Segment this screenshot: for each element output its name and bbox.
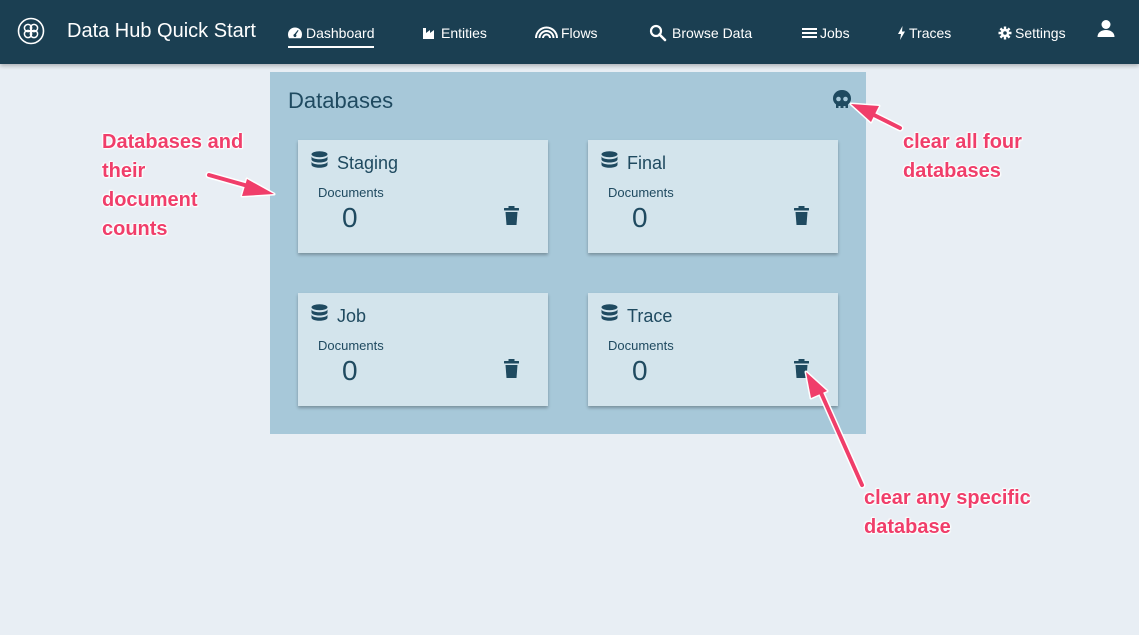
database-name: Job (337, 306, 367, 326)
panel-title: Databases (288, 88, 394, 113)
database-icon (601, 151, 618, 168)
database-card-final: Final Documents 0 (588, 140, 838, 253)
documents-label: Documents (318, 338, 384, 353)
trash-icon[interactable] (503, 206, 520, 226)
trash-icon[interactable] (793, 206, 810, 226)
user-icon[interactable] (1096, 19, 1116, 39)
document-count: 0 (632, 355, 648, 386)
flows-arc-icon (535, 26, 558, 39)
bolt-icon (898, 26, 905, 40)
database-name: Staging (337, 153, 399, 173)
nav-browse-data-label: Browse Data (672, 25, 753, 41)
annotation-clear-all: clear all four databases (903, 131, 1022, 182)
nav-flows-label: Flows (561, 25, 598, 41)
annotation-clear-specific: clear any specific database (864, 487, 1031, 538)
top-nav-bar: Data Hub Quick Start Dashboard Entities … (0, 0, 1139, 64)
nav-dashboard[interactable]: Dashboard (287, 22, 375, 48)
document-count: 0 (342, 355, 358, 386)
annotation-databases-counts: Databases and their document counts (102, 131, 244, 240)
trash-icon[interactable] (793, 359, 810, 379)
nav-jobs[interactable]: Jobs (802, 22, 850, 44)
database-name: Trace (627, 306, 673, 326)
document-count: 0 (342, 202, 358, 233)
data-hub-logo-icon[interactable] (17, 17, 45, 45)
documents-label: Documents (608, 338, 674, 353)
nav-jobs-label: Jobs (820, 25, 850, 41)
nav-settings-label: Settings (1015, 25, 1066, 41)
database-icon (601, 304, 618, 321)
nav-settings[interactable]: Settings (998, 22, 1066, 44)
app-title[interactable]: Data Hub Quick Start (67, 20, 256, 43)
documents-label: Documents (608, 185, 674, 200)
trash-icon[interactable] (503, 359, 520, 379)
nav-dashboard-label: Dashboard (306, 25, 375, 41)
documents-label: Documents (318, 185, 384, 200)
skull-icon[interactable] (831, 89, 853, 111)
nav-entities-label: Entities (441, 25, 487, 41)
database-card-staging: Staging Documents 0 (298, 140, 548, 253)
document-count: 0 (632, 202, 648, 233)
gear-icon (998, 26, 1012, 40)
nav-browse-data[interactable]: Browse Data (649, 22, 752, 44)
nav-traces[interactable]: Traces (897, 22, 951, 44)
nav-traces-label: Traces (909, 25, 952, 41)
nav-entities[interactable]: Entities (422, 22, 487, 44)
database-icon (311, 304, 328, 321)
factory-icon (423, 28, 434, 39)
search-icon (649, 24, 667, 42)
arrow-to-skull-icon (868, 111, 902, 130)
database-card-job: Job Documents 0 (298, 293, 548, 406)
database-card-trace: Trace Documents 0 (588, 293, 838, 406)
databases-panel: Databases Staging Documents 0 Final Docu… (270, 72, 866, 434)
list-icon (802, 28, 817, 38)
nav-flows[interactable]: Flows (535, 22, 598, 44)
database-icon (311, 151, 328, 168)
database-name: Final (627, 153, 667, 173)
dashboard-gauge-icon (288, 27, 303, 39)
